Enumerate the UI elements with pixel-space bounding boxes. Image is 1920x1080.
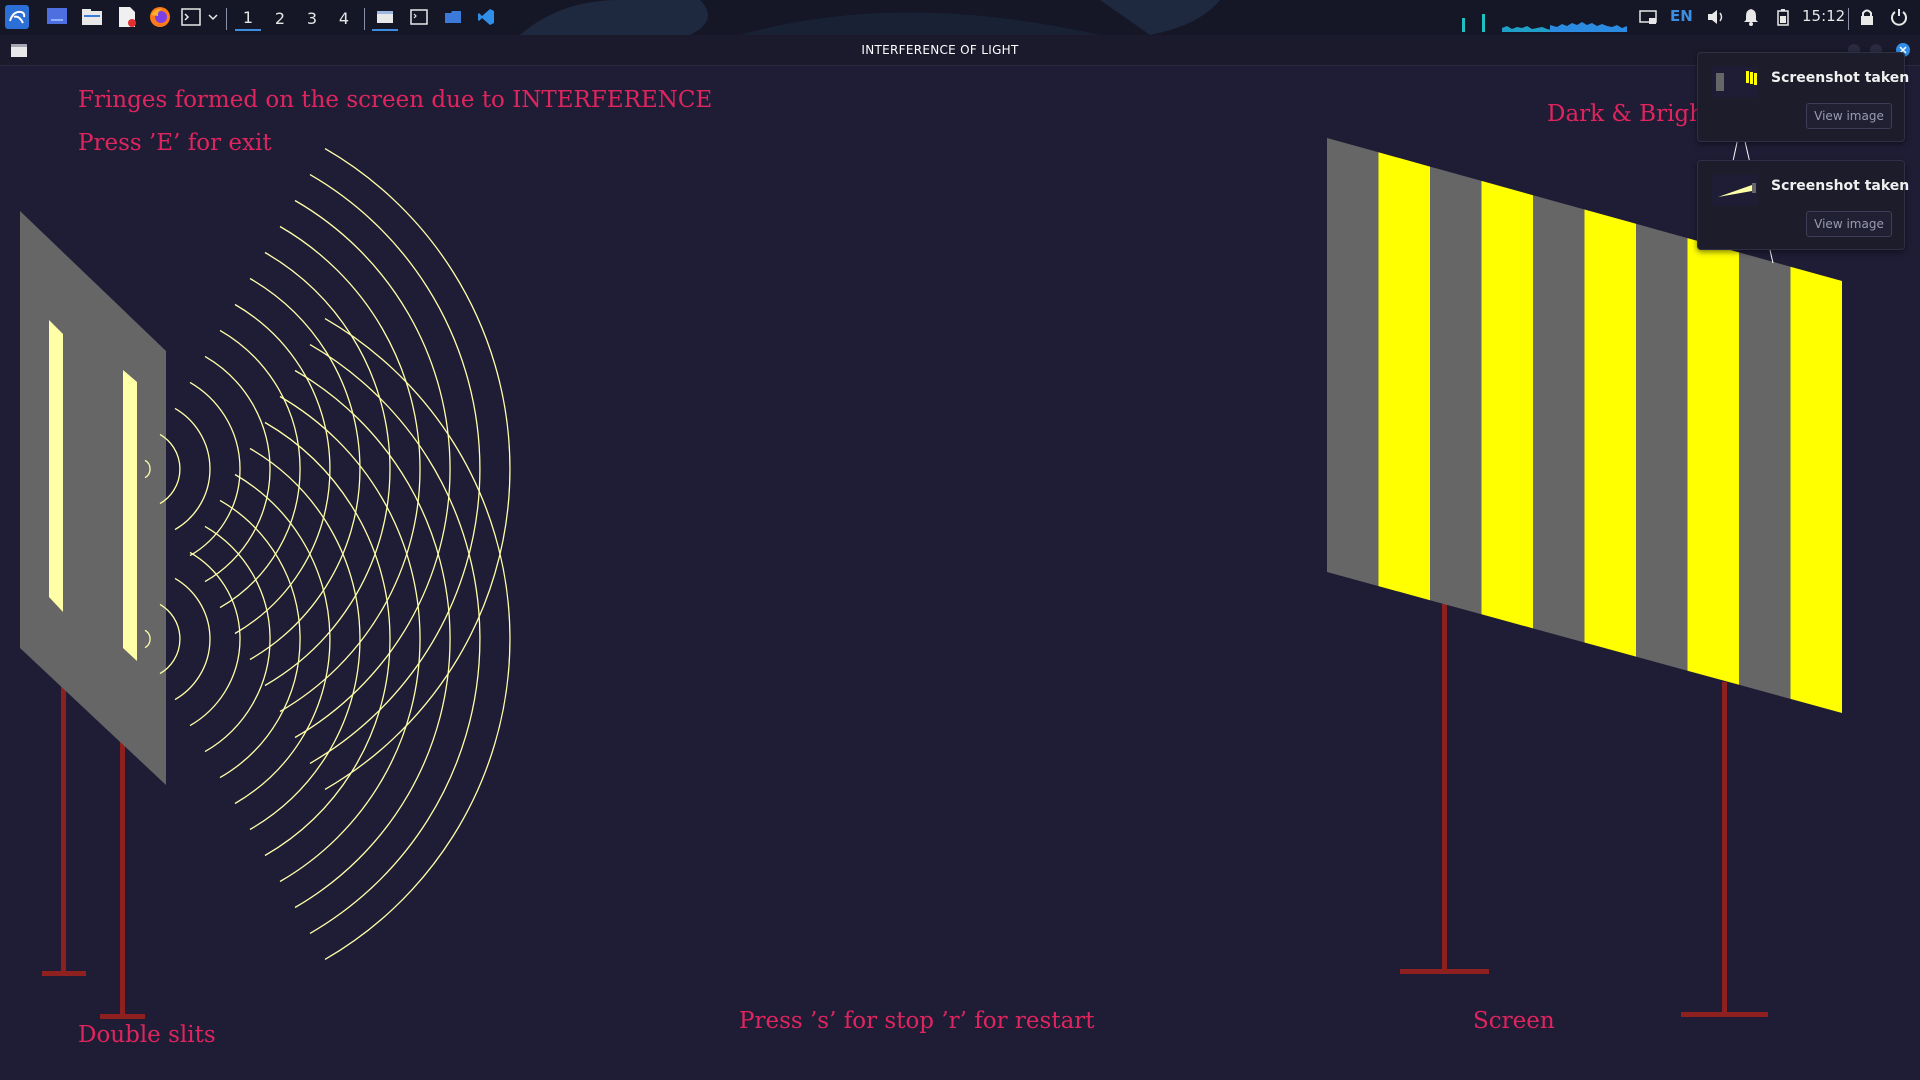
notification-title: Screenshot taken [1771,178,1910,194]
kali-menu-icon[interactable] [4,5,30,29]
exit-hint: Press ’E’ for exit [78,130,272,156]
workspace-2[interactable]: 2 [267,5,293,31]
task-folder-icon[interactable] [441,5,465,29]
wavefront-arc [249,447,361,831]
chevron-down-icon[interactable] [206,5,220,29]
wavefront-arc [294,199,451,739]
dark-fringe [1327,138,1379,587]
window-titlebar[interactable]: INTERFERENCE OF LIGHT [0,35,1920,66]
notification[interactable]: Screenshot taken View image [1697,52,1909,142]
bell-icon[interactable] [1740,5,1762,29]
dark-fringe [1430,166,1482,615]
slits-label: Double slits [78,1022,216,1048]
wavefront-arc [189,381,241,557]
workspace-4[interactable]: 4 [331,5,357,31]
double-slit-plate [20,211,166,785]
bright-fringe [1378,152,1430,601]
controls-hint: Press ’s’ for stop ’r’ for restart [739,1008,1095,1034]
battery-icon [1774,5,1792,29]
view-image-button[interactable]: View image [1806,103,1892,129]
simulation-canvas[interactable]: Fringes formed on the screen due to INTE… [0,66,1920,1080]
clock[interactable]: 15:12 [1802,7,1845,25]
power-icon[interactable] [1889,5,1909,29]
language-indicator[interactable]: EN [1670,7,1693,25]
wavefront-arc [234,473,331,805]
window-title: INTERFERENCE OF LIGHT [861,43,1019,57]
volume-icon[interactable] [1705,5,1727,29]
terminal-icon[interactable] [180,5,202,29]
workspace-label: 3 [306,8,318,28]
wavefront-arc [204,525,271,753]
wavefront-arc [234,303,331,635]
bright-fringe [1584,209,1636,657]
wavefront-arc [264,251,391,687]
workspace-label: 4 [338,8,350,28]
wavefront-arc [264,421,391,857]
wavefront-arc [309,344,481,934]
slit-2 [123,370,137,661]
wavefront-arc [219,329,301,609]
bright-fringe [1481,180,1533,629]
wavefront-arc [294,369,451,909]
wavefront-arc [219,499,301,779]
file-manager-icon[interactable] [80,5,104,29]
wavefront-arc [204,355,271,583]
notification[interactable]: Screenshot taken View image [1697,160,1909,250]
notification-title: Screenshot taken [1771,70,1910,86]
workspace-label: 1 [242,7,254,27]
scene-graphics [20,123,1842,1019]
text-editor-icon[interactable] [115,5,139,29]
taskbar-separator [226,8,227,30]
bright-fringe [1790,266,1842,713]
wavefront-arc [309,174,481,764]
taskbar-separator [1848,8,1849,30]
firefox-icon[interactable] [148,5,172,29]
heading-text: Fringes formed on the screen due to INTE… [78,87,713,113]
show-desktop-icon[interactable] [45,5,69,29]
task-window-interference[interactable] [372,5,398,31]
taskbar-separator [364,8,365,30]
task-vscode-icon[interactable] [474,5,498,29]
workspace-1[interactable]: 1 [235,5,261,31]
wavefront-arc [249,277,361,661]
screen-share-icon[interactable] [1638,5,1658,29]
taskbar: 1 2 3 4 EN 15:12 [0,0,1920,35]
screenshot-thumbnail [1712,67,1758,97]
view-image-button[interactable]: View image [1806,211,1892,237]
lock-icon[interactable] [1857,5,1877,29]
task-terminal-icon[interactable] [407,5,431,29]
wavefront-arc [189,551,241,727]
dark-fringe [1739,252,1791,699]
slit-1 [49,320,63,612]
screen-label: Screen [1473,1008,1555,1034]
workspace-3[interactable]: 3 [299,5,325,31]
cpu-graph-icon [1462,14,1627,32]
screenshot-thumbnail [1712,175,1758,205]
bright-fringe [1687,238,1739,685]
dark-fringe [1636,223,1688,671]
dark-fringe [1533,195,1585,643]
wavefronts [144,148,511,960]
workspace-label: 2 [274,8,286,28]
